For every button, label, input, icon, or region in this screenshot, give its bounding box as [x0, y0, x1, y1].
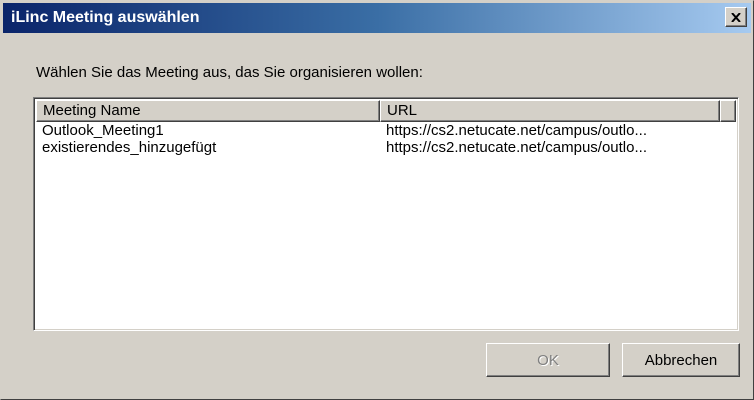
ok-button[interactable]: OK: [486, 343, 610, 377]
meeting-list[interactable]: Meeting Name URL Outlook_Meeting1 https:…: [33, 97, 739, 331]
instruction-label: Wählen Sie das Meeting aus, das Sie orga…: [36, 64, 423, 81]
column-header-filler: [720, 100, 736, 122]
dialog-window: iLinc Meeting auswählen Wählen Sie das M…: [0, 0, 754, 400]
meeting-name-cell: existierendes_hinzugefügt: [42, 139, 217, 156]
close-icon: [731, 12, 741, 22]
list-item[interactable]: Outlook_Meeting1 https://cs2.netucate.ne…: [36, 122, 736, 139]
list-header: Meeting Name URL: [36, 100, 736, 122]
list-body: Outlook_Meeting1 https://cs2.netucate.ne…: [36, 122, 736, 156]
close-button[interactable]: [725, 7, 747, 27]
title-bar[interactable]: iLinc Meeting auswählen: [3, 3, 751, 33]
meeting-url-cell: https://cs2.netucate.net/campus/outlo...: [386, 122, 647, 139]
list-item[interactable]: existierendes_hinzugefügt https://cs2.ne…: [36, 139, 736, 156]
meeting-url-cell: https://cs2.netucate.net/campus/outlo...: [386, 139, 647, 156]
meeting-name-cell: Outlook_Meeting1: [42, 122, 164, 139]
cancel-button[interactable]: Abbrechen: [622, 343, 740, 377]
column-header-url[interactable]: URL: [380, 100, 720, 122]
window-title: iLinc Meeting auswählen: [11, 9, 200, 26]
column-header-meeting-name[interactable]: Meeting Name: [36, 100, 380, 122]
